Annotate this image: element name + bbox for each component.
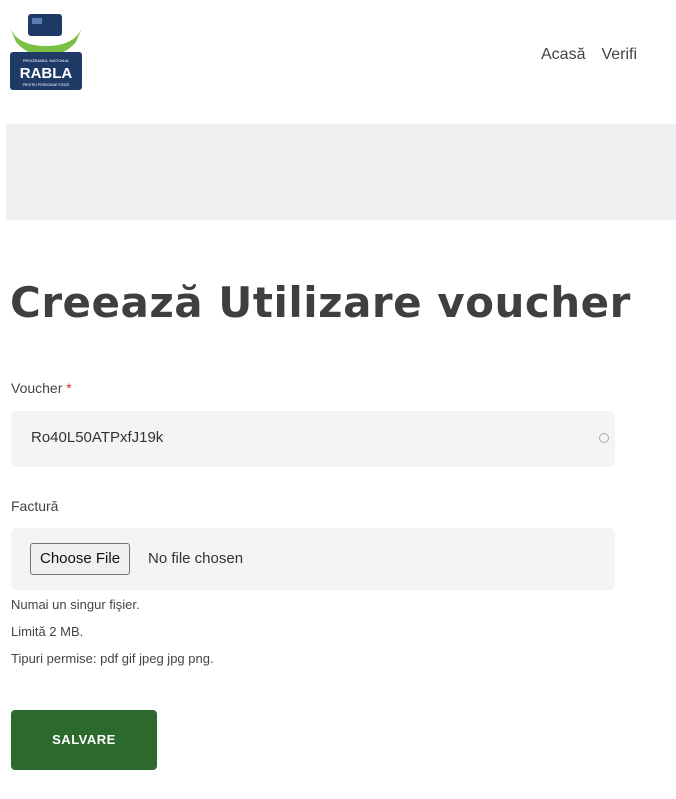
- rabla-logo[interactable]: PROGRAMUL NATIONAL RABLA PENTRU PERSOANE…: [8, 12, 84, 90]
- file-status: No file chosen: [148, 550, 244, 567]
- site-header: PROGRAMUL NATIONAL RABLA PENTRU PERSOANE…: [0, 0, 676, 124]
- help-single-file: Numai un singur fişier.: [11, 597, 140, 612]
- save-button[interactable]: SALVARE: [11, 710, 157, 770]
- main-nav: Acasă Verifi: [541, 46, 653, 64]
- page-title: Creează Utilizare voucher: [10, 278, 631, 327]
- nav-item-home[interactable]: Acasă: [541, 46, 585, 64]
- required-marker: *: [66, 380, 72, 396]
- invoice-file-field: Choose File No file chosen: [11, 528, 615, 590]
- choose-file-button[interactable]: Choose File: [30, 543, 131, 575]
- logo-top-text: PROGRAMUL NATIONAL: [23, 58, 70, 63]
- logo-brand: RABLA: [20, 65, 73, 82]
- help-size-limit: Limită 2 MB.: [11, 624, 84, 639]
- voucher-label-text: Voucher: [11, 380, 63, 396]
- loading-circle-icon: [599, 433, 609, 443]
- logo-bottom-text: PENTRU PERSOANE FIZICE: [23, 83, 71, 87]
- invoice-label: Factură: [11, 498, 59, 514]
- voucher-label: Voucher *: [11, 380, 72, 396]
- voucher-input[interactable]: Ro40L50ATPxfJ19k: [11, 411, 615, 467]
- nav-item-verify[interactable]: Verifi: [601, 46, 637, 64]
- voucher-value: Ro40L50ATPxfJ19k: [31, 429, 164, 446]
- help-allowed-types: Tipuri permise: pdf gif jpeg jpg png.: [11, 651, 214, 666]
- page-banner: [6, 124, 676, 220]
